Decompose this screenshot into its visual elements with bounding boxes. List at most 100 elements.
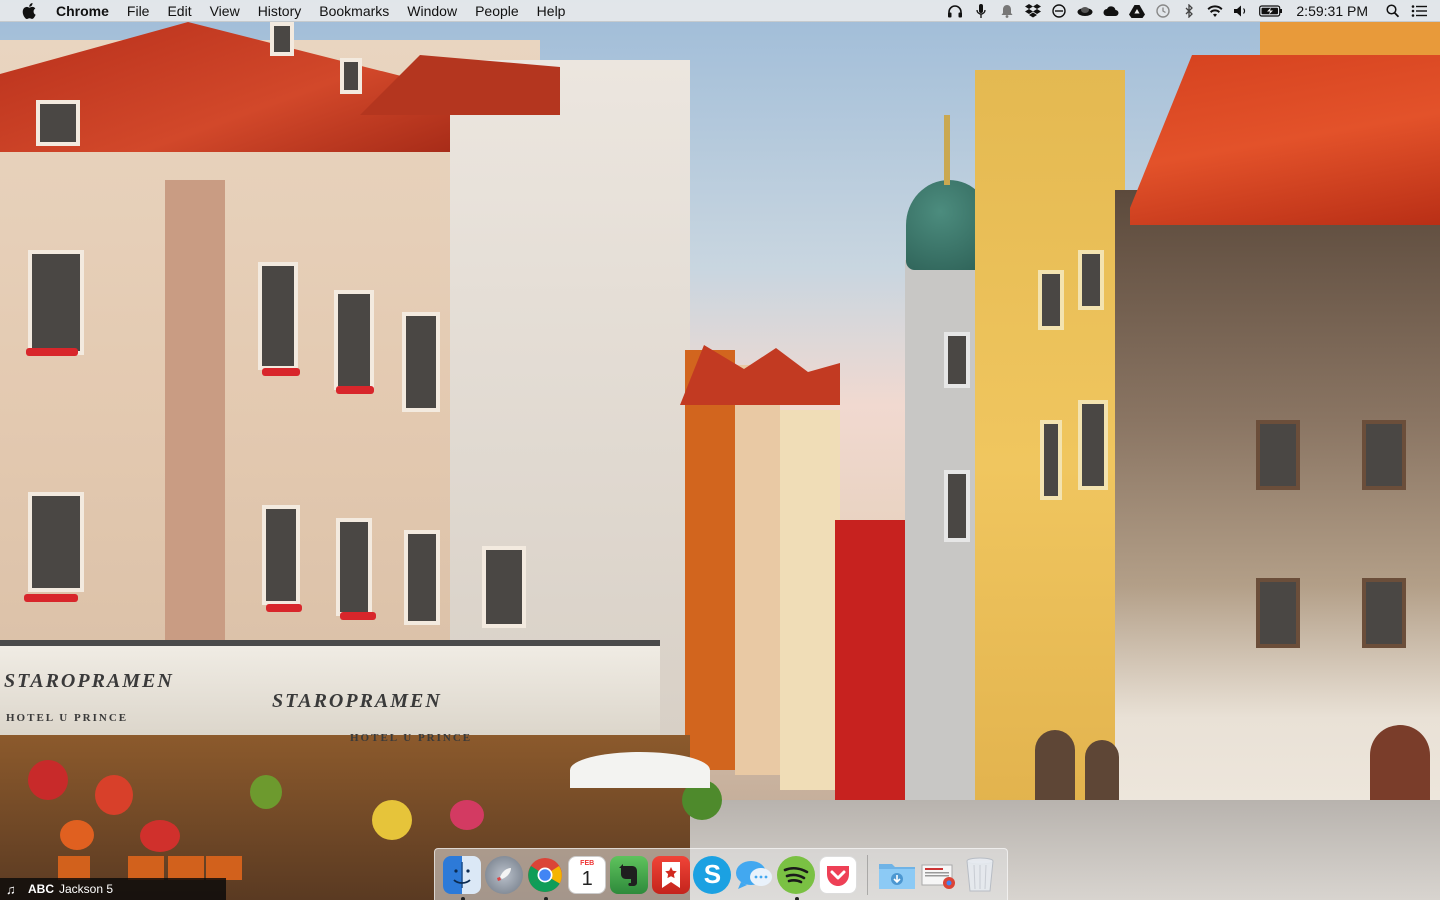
plant	[250, 775, 282, 809]
dock-pocket[interactable]	[817, 853, 858, 897]
menu-view[interactable]: View	[201, 0, 249, 22]
white-umbrella	[570, 752, 710, 788]
window	[1038, 270, 1064, 330]
time-machine-icon[interactable]	[1150, 0, 1176, 22]
window	[258, 262, 298, 370]
window	[482, 546, 526, 628]
menu-edit[interactable]: Edit	[158, 0, 200, 22]
window	[1362, 578, 1406, 648]
wifi-icon[interactable]	[1202, 0, 1228, 22]
dock-calendar[interactable]: FEB 1	[567, 853, 608, 897]
star-bookmark-icon	[651, 855, 690, 894]
window	[1362, 420, 1406, 490]
flower-cluster	[28, 760, 68, 800]
battery-charging-icon[interactable]	[1254, 0, 1288, 22]
evernote-icon	[609, 855, 648, 894]
chrome-icon	[526, 856, 564, 894]
rocket-icon	[484, 855, 523, 894]
menu-app-chrome[interactable]: Chrome	[44, 0, 118, 22]
roof-right	[1130, 55, 1440, 225]
dock-messages[interactable]	[734, 853, 775, 897]
flower-cluster	[60, 820, 94, 850]
cafe-awning: STAROPRAMEN HOTEL U PRINCE HOTEL U PRINC…	[0, 640, 660, 744]
spotlight-search-icon[interactable]	[1380, 0, 1406, 22]
window	[36, 100, 80, 146]
desktop-wallpaper: STAROPRAMEN HOTEL U PRINCE HOTEL U PRINC…	[0, 0, 1440, 900]
running-indicator	[460, 896, 465, 900]
finder-icon	[442, 855, 481, 894]
window	[944, 332, 970, 388]
window	[336, 518, 372, 616]
flower-cluster	[95, 775, 133, 815]
dock-skype[interactable]: S	[692, 853, 733, 897]
menu-file[interactable]: File	[118, 0, 159, 22]
window	[1040, 420, 1062, 500]
apple-logo-icon[interactable]	[14, 2, 44, 19]
microphone-icon[interactable]	[968, 0, 994, 22]
menu-people[interactable]: People	[466, 0, 528, 22]
window	[402, 312, 440, 412]
calendar-month: FEB	[580, 860, 595, 867]
window	[404, 530, 440, 625]
trash-icon	[961, 856, 999, 894]
running-indicator	[794, 896, 799, 900]
house-orange	[685, 350, 735, 770]
roofs-distant	[680, 345, 840, 405]
bluetooth-icon[interactable]	[1176, 0, 1202, 22]
flower-cluster	[450, 800, 484, 830]
flower-box	[24, 594, 78, 602]
dock-trash[interactable]	[960, 853, 1001, 897]
status-menu-area: 2:59:31 PM	[942, 0, 1440, 22]
headphones-icon[interactable]	[942, 0, 968, 22]
music-note-icon: ♫	[6, 881, 16, 897]
running-indicator	[544, 896, 549, 900]
notification-bell-icon[interactable]	[994, 0, 1020, 22]
menu-bar: Chrome File Edit View History Bookmarks …	[0, 0, 1440, 22]
menu-bar-clock[interactable]: 2:59:31 PM	[1288, 3, 1380, 19]
hat-icon[interactable]	[1072, 0, 1098, 22]
now-playing-bar[interactable]: ♫ ABC Jackson 5	[0, 878, 226, 900]
window	[1078, 250, 1104, 310]
dock-downloads-folder[interactable]	[876, 853, 917, 897]
pillar	[165, 180, 225, 650]
volume-icon[interactable]	[1228, 0, 1254, 22]
skype-icon: S	[693, 855, 732, 894]
pocket-icon	[818, 855, 857, 894]
awning-text: STAROPRAMEN	[4, 670, 174, 692]
spotify-icon	[777, 855, 815, 894]
window	[1078, 400, 1108, 490]
dropbox-icon[interactable]	[1020, 0, 1046, 22]
menu-window[interactable]: Window	[398, 0, 466, 22]
dock-documents-stack[interactable]	[918, 853, 959, 897]
notification-center-icon[interactable]	[1406, 0, 1432, 22]
window	[334, 290, 374, 390]
window	[1256, 578, 1300, 648]
planter	[206, 856, 242, 880]
flower-cluster	[140, 820, 180, 852]
menu-history[interactable]: History	[249, 0, 311, 22]
flower-box	[340, 612, 376, 620]
window	[262, 505, 300, 605]
dock-evernote[interactable]	[609, 853, 650, 897]
messages-icon	[735, 856, 773, 894]
window	[340, 58, 362, 94]
awning-text: HOTEL U PRINCE	[350, 732, 473, 744]
dock-spotify[interactable]	[776, 853, 817, 900]
menu-bookmarks[interactable]: Bookmarks	[310, 0, 398, 22]
cloud-icon[interactable]	[1098, 0, 1124, 22]
dock-separator	[866, 854, 868, 895]
dock-chrome[interactable]	[525, 853, 566, 900]
circle-slash-icon[interactable]	[1046, 0, 1072, 22]
dock-bookmark-app[interactable]	[650, 853, 691, 897]
house-pale	[780, 410, 840, 790]
google-drive-icon[interactable]	[1124, 0, 1150, 22]
planter	[168, 856, 204, 880]
calendar-day: 1	[581, 868, 593, 890]
now-playing-track: Jackson 5	[59, 882, 114, 896]
flower-box	[26, 348, 78, 356]
dock-launchpad[interactable]	[483, 853, 524, 897]
dock-finder[interactable]	[442, 853, 483, 900]
menu-help[interactable]: Help	[528, 0, 575, 22]
window	[28, 492, 84, 592]
window	[944, 470, 970, 542]
